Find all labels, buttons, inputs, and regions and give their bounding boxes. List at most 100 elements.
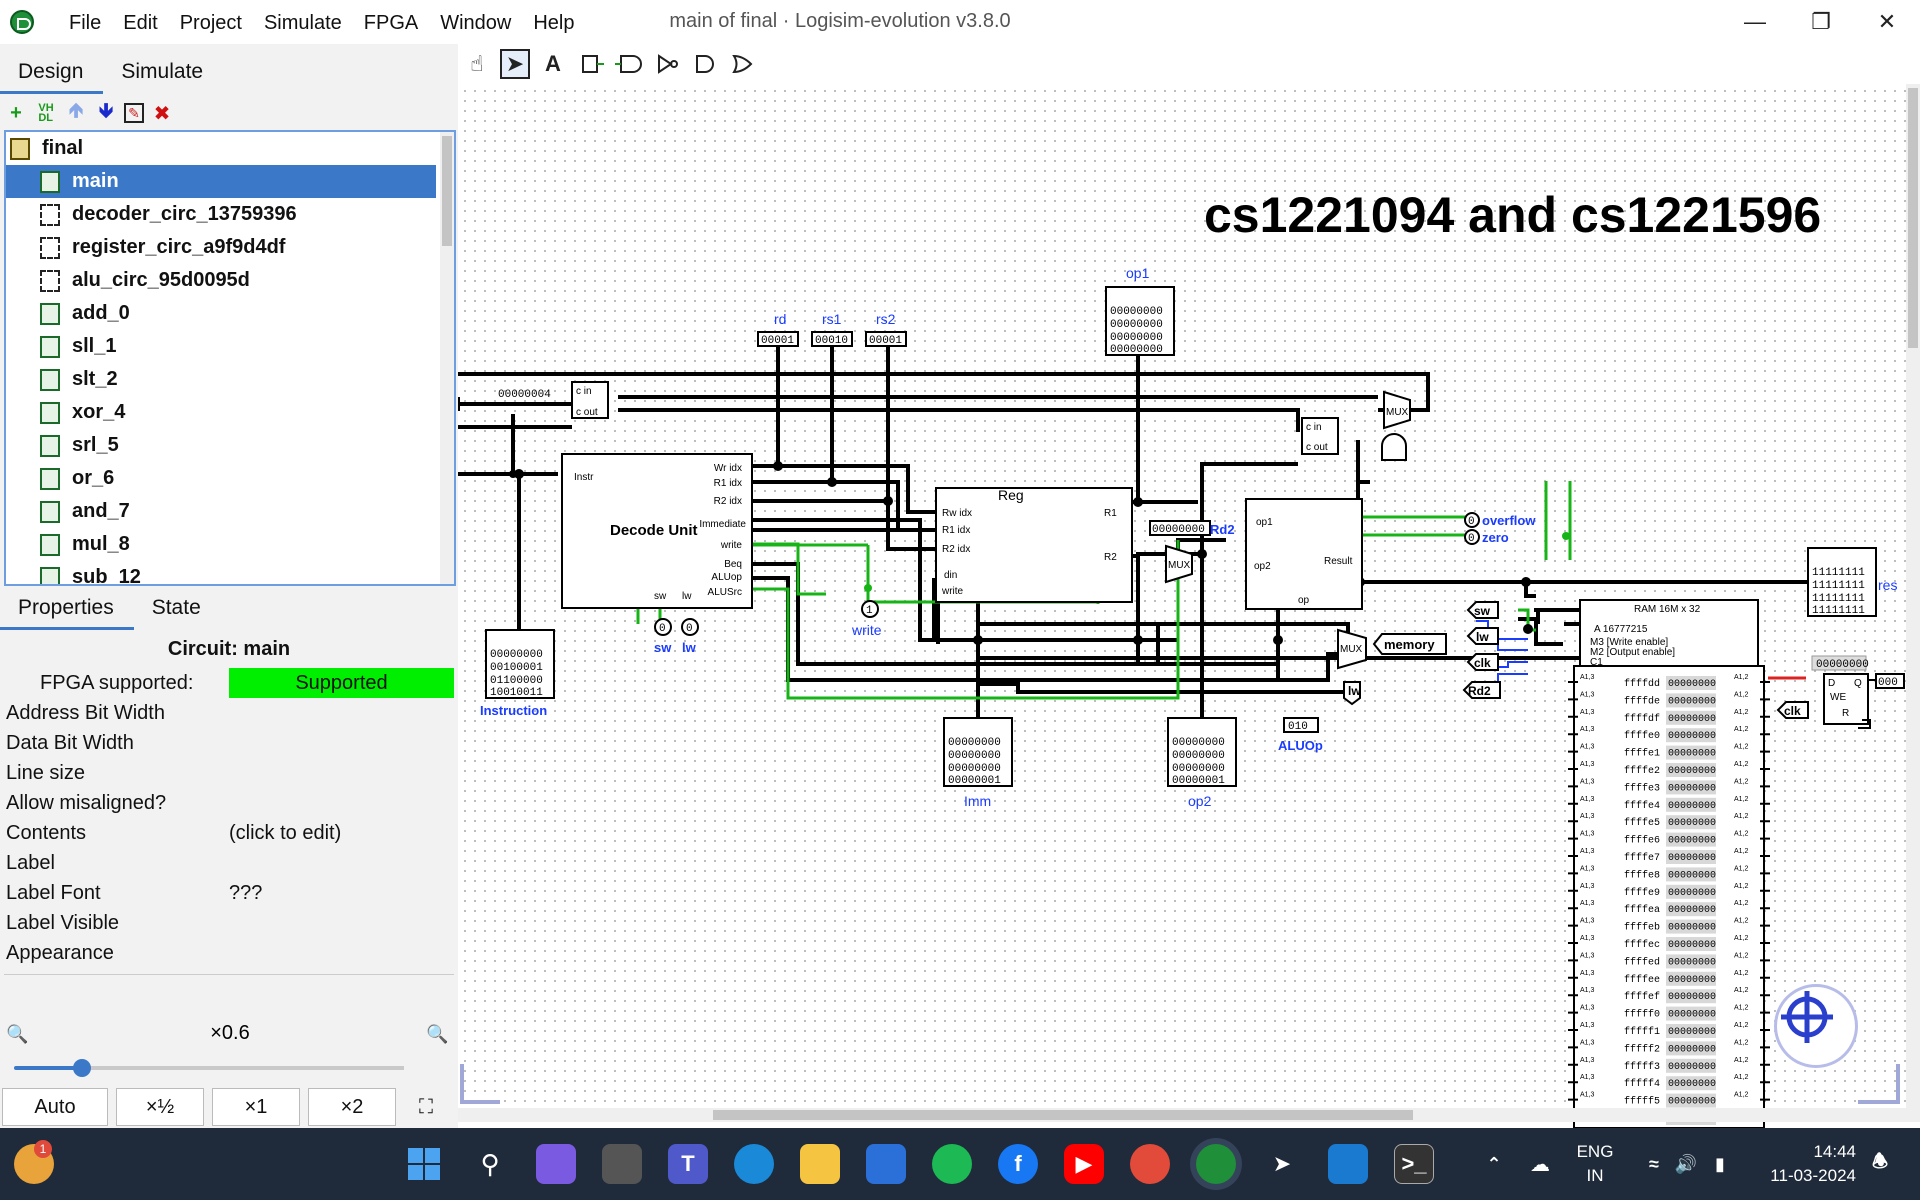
add-vhdl-icon[interactable]: VH DL: [34, 101, 58, 125]
text-tool-icon[interactable]: A: [538, 49, 568, 79]
copilot-icon[interactable]: [536, 1144, 576, 1184]
property-row: Appearance: [4, 938, 454, 968]
tree-item-main[interactable]: main: [6, 165, 436, 198]
file-explorer-icon[interactable]: [800, 1144, 840, 1184]
property-value[interactable]: [229, 788, 454, 818]
and-gate-icon[interactable]: [690, 49, 720, 79]
tab-properties[interactable]: Properties: [0, 592, 134, 630]
tree-item-mul[interactable]: mul_8: [6, 528, 454, 561]
ram-16m[interactable]: RAM 16M x 32 A 16777215 M3 [Write enable…: [1568, 599, 1770, 1128]
ram-row-value: 00000000: [1668, 1097, 1716, 1108]
ram-row-value: 00000000: [1668, 957, 1716, 968]
tray-chevron-icon[interactable]: ⌃: [1474, 1144, 1514, 1184]
zoom-auto-button[interactable]: Auto: [2, 1088, 108, 1126]
zoom-out-icon[interactable]: 🔍: [6, 1024, 28, 1045]
edge-icon[interactable]: [734, 1144, 774, 1184]
vscode-icon[interactable]: [1328, 1144, 1368, 1184]
logisim-taskbar-icon[interactable]: [1196, 1144, 1236, 1184]
ram-row-right-label: A1,2: [1734, 761, 1749, 768]
spotify-icon[interactable]: [932, 1144, 972, 1184]
input-pin-icon[interactable]: [576, 49, 606, 79]
terminal-icon[interactable]: >_: [1394, 1144, 1434, 1184]
fullscreen-icon[interactable]: ⛶: [404, 1088, 448, 1126]
circuit-icon: [40, 533, 60, 556]
onedrive-icon[interactable]: ☁: [1520, 1144, 1560, 1184]
tree-root-final[interactable]: final: [6, 132, 454, 165]
tree-item-slt[interactable]: slt_2: [6, 363, 454, 396]
property-value[interactable]: [229, 728, 454, 758]
zoom-half-button[interactable]: ×½: [116, 1088, 204, 1126]
alu-result-label: Result: [1324, 556, 1353, 567]
tree-item-xor[interactable]: xor_4: [6, 396, 454, 429]
tree-item-and[interactable]: and_7: [6, 495, 454, 528]
select-tool-icon[interactable]: ➤: [500, 49, 530, 79]
search-icon[interactable]: ⚲: [470, 1144, 510, 1184]
chrome-icon[interactable]: [1130, 1144, 1170, 1184]
notifications-bell-icon[interactable]: 🕭: [1860, 1144, 1900, 1184]
and-gate[interactable]: [1381, 433, 1407, 461]
close-button[interactable]: ✕: [1858, 6, 1916, 38]
tree-item-sub[interactable]: sub_12: [6, 561, 454, 586]
move-down-icon[interactable]: 🡻: [94, 100, 118, 125]
ram-row-value: 00000000: [1668, 1079, 1716, 1090]
edit-appearance-icon[interactable]: ✎: [124, 103, 144, 123]
property-value[interactable]: [229, 698, 454, 728]
ram-row-value: 00000000: [1668, 731, 1716, 742]
instruction-row-2: 00100001: [490, 662, 543, 674]
property-value[interactable]: [229, 938, 454, 968]
canvas-vertical-scrollbar[interactable]: [1906, 84, 1920, 1108]
minimize-button[interactable]: —: [1726, 6, 1784, 38]
battery-icon[interactable]: ▮: [1700, 1144, 1740, 1184]
register-value: 00000000: [1816, 659, 1869, 671]
start-icon[interactable]: [404, 1144, 444, 1184]
teams-icon[interactable]: T: [668, 1144, 708, 1184]
clk-register[interactable]: 00000000 D Q WE R 000 clk: [1776, 655, 1905, 729]
delete-circuit-icon[interactable]: ✖: [150, 101, 174, 125]
property-key: Address Bit Width: [6, 701, 165, 724]
ram-row-value: 00000000: [1668, 975, 1716, 986]
tree-item-label: sub_12: [72, 566, 141, 586]
tab-state[interactable]: State: [134, 592, 221, 630]
alu[interactable]: [1245, 498, 1363, 610]
zoom-slider-handle[interactable]: [73, 1059, 91, 1077]
facebook-icon[interactable]: f: [998, 1144, 1038, 1184]
maximize-button[interactable]: ❐: [1792, 6, 1850, 38]
tree-item-sll[interactable]: sll_1: [6, 330, 454, 363]
not-gate-icon[interactable]: [652, 49, 682, 79]
tree-item-register[interactable]: register_circ_a9f9d4df: [6, 231, 454, 264]
tree-item-alu[interactable]: alu_circ_95d0095d: [6, 264, 454, 297]
ram-row-address: ffffdd: [1624, 678, 1660, 690]
zoom-1x-button[interactable]: ×1: [212, 1088, 300, 1126]
move-up-icon[interactable]: 🡹: [64, 100, 88, 125]
circuit-canvas[interactable]: .w { stroke: #000; stroke-width: 4; fill…: [458, 84, 1920, 1128]
property-value[interactable]: [229, 848, 454, 878]
tab-simulate[interactable]: Simulate: [103, 56, 223, 94]
or-gate-icon[interactable]: [728, 49, 758, 79]
property-value[interactable]: [229, 908, 454, 938]
ram-row-address: fffff0: [1624, 1009, 1660, 1021]
clock-time[interactable]: 14:44: [1756, 1142, 1856, 1162]
poke-tool-icon[interactable]: ☝: [462, 49, 492, 79]
tree-scrollbar[interactable]: [440, 132, 454, 584]
youtube-icon[interactable]: ▶: [1064, 1144, 1104, 1184]
decode-out-r2idx: R2 idx: [714, 496, 742, 507]
property-value[interactable]: [229, 758, 454, 788]
zoom-in-icon[interactable]: 🔍: [426, 1024, 448, 1045]
property-value[interactable]: ???: [229, 878, 454, 908]
language-label[interactable]: ENG: [1570, 1142, 1620, 1162]
dff-we-label: WE: [1830, 692, 1846, 703]
tree-item-decoder[interactable]: decoder_circ_13759396: [6, 198, 454, 231]
add-circuit-icon[interactable]: +: [4, 101, 28, 125]
task-view-icon[interactable]: [602, 1144, 642, 1184]
store-icon[interactable]: [866, 1144, 906, 1184]
tree-item-or[interactable]: or_6: [6, 462, 454, 495]
zoom-2x-button[interactable]: ×2: [308, 1088, 396, 1126]
canvas-horizontal-scrollbar[interactable]: [458, 1108, 1920, 1122]
recenter-button[interactable]: [1774, 984, 1858, 1068]
tab-design[interactable]: Design: [0, 56, 104, 94]
contents-edit-link[interactable]: (click to edit): [229, 818, 454, 848]
output-pin-icon[interactable]: [614, 49, 644, 79]
java-app-icon[interactable]: ➤: [1262, 1144, 1302, 1184]
tree-item-add[interactable]: add_0: [6, 297, 454, 330]
tree-item-srl[interactable]: srl_5: [6, 429, 454, 462]
